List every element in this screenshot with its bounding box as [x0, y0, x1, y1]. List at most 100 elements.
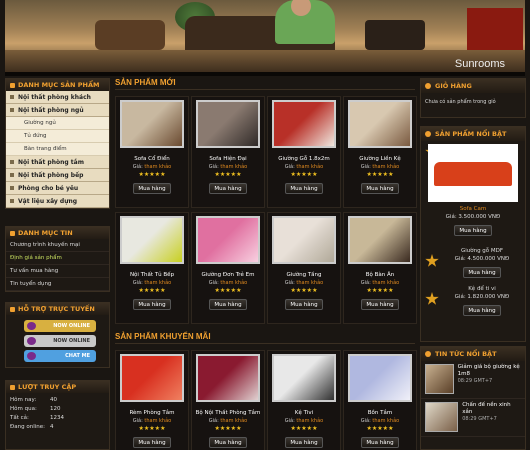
- product-price: Giá: tham khảo: [361, 280, 399, 286]
- cart-title: GIỎ HÀNG: [435, 82, 472, 90]
- rank-star-icon: [425, 292, 439, 305]
- product-name[interactable]: Giường Gỗ 1.8x2m: [278, 156, 330, 162]
- category-panel: DANH MỤC SẢN PHẨM Nội thất phòng khách Nộ…: [5, 78, 110, 209]
- subcategory-item[interactable]: Giường ngủ: [6, 117, 109, 130]
- buy-button[interactable]: Mua hàng: [133, 437, 171, 448]
- yahoo-status-button[interactable]: NOW ONLINE: [24, 320, 96, 332]
- product-card: Giường Gỗ 1.8x2m Giá: tham khảo ★★★★★ Mua h…: [267, 96, 341, 208]
- product-image[interactable]: [272, 216, 336, 264]
- news-title[interactable]: Giảm giá bộ giường kệ 1m8: [458, 364, 521, 378]
- buy-button[interactable]: Mua hàng: [285, 437, 323, 448]
- buy-button[interactable]: Mua hàng: [361, 183, 399, 194]
- product-image[interactable]: [196, 354, 260, 402]
- buy-button[interactable]: Mua hàng: [285, 299, 323, 310]
- subcategory-item[interactable]: Bàn trang điểm: [6, 143, 109, 156]
- buy-button[interactable]: Mua hàng: [361, 437, 399, 448]
- featured-image[interactable]: [428, 144, 518, 202]
- featured-item: 01 Sofa Cam Giá: 3.500.000 VNĐ Mua hàng: [421, 141, 525, 242]
- product-name[interactable]: Giường Tầng: [286, 272, 321, 278]
- subcategory-item[interactable]: Tủ đứng: [6, 130, 109, 143]
- product-image[interactable]: [272, 354, 336, 402]
- stat-row: Đang online: 4: [6, 424, 109, 433]
- featured-header: SẢN PHẨM NỔI BẬT: [421, 127, 525, 141]
- price-value: tham khảo: [220, 164, 248, 170]
- product-name[interactable]: Bộ Bàn Ăn: [366, 272, 395, 278]
- news-item[interactable]: Giảm giá bộ giường kệ 1m8 08:29 GMT+7: [421, 361, 525, 399]
- product-image[interactable]: [196, 100, 260, 148]
- price-label: Giá:: [208, 280, 219, 286]
- product-name[interactable]: Nội Thất Tủ Bếp: [130, 272, 174, 278]
- cart-empty-text: Chưa có sản phẩm trong giỏ: [425, 99, 496, 105]
- rating-stars-icon: ★★★★★: [138, 425, 166, 432]
- product-name[interactable]: Giường Đơn Trẻ Em: [201, 272, 254, 278]
- product-name[interactable]: Kệ Tivi: [295, 410, 313, 416]
- buy-button[interactable]: Mua hàng: [285, 183, 323, 194]
- sofa-image: [434, 162, 512, 186]
- news-title[interactable]: Chấn đế nền xinh xắn: [462, 402, 521, 416]
- product-price: Giá: tham khảo: [133, 418, 171, 424]
- product-price: Giá: tham khảo: [285, 164, 323, 170]
- bullet-icon: [10, 82, 15, 88]
- news-category-item[interactable]: Tin tuyển dụng: [6, 278, 109, 291]
- yahoo-status-button[interactable]: NOW ONLINE: [24, 335, 96, 347]
- support-list: NOW ONLINE NOW ONLINE CHAT ME: [6, 315, 109, 367]
- category-item[interactable]: Nội thất phòng ngủ: [6, 104, 109, 117]
- buy-button[interactable]: Mua hàng: [463, 267, 501, 278]
- price-value: tham khảo: [296, 280, 324, 286]
- category-item[interactable]: Phòng cho bé yêu: [6, 182, 109, 195]
- news-category-title: DANH MỤC TIN: [18, 229, 73, 237]
- category-list: Nội thất phòng khách Nội thất phòng ngủ Gi…: [6, 91, 109, 208]
- category-item[interactable]: Nội thất phòng tắm: [6, 156, 109, 169]
- product-image[interactable]: [348, 216, 412, 264]
- buy-button[interactable]: Mua hàng: [209, 299, 247, 310]
- support-header: HỖ TRỢ TRỰC TUYẾN: [6, 303, 109, 315]
- product-image[interactable]: [120, 354, 184, 402]
- news-category-item[interactable]: Định giá sản phẩm: [6, 252, 109, 265]
- buy-button[interactable]: Mua hàng: [454, 225, 492, 236]
- rating-stars-icon: ★★★★★: [366, 171, 394, 178]
- buy-button[interactable]: Mua hàng: [133, 299, 171, 310]
- category-item[interactable]: Nội thất phòng khách: [6, 91, 109, 104]
- rating-stars-icon: ★★★★★: [138, 287, 166, 294]
- product-name[interactable]: Sofa Hiện Đại: [209, 156, 246, 162]
- category-item[interactable]: Vật liệu xây dựng: [6, 195, 109, 208]
- featured-name[interactable]: Kệ để ti vi: [443, 286, 521, 292]
- rating-stars-icon: ★★★★★: [366, 287, 394, 294]
- buy-button[interactable]: Mua hàng: [209, 183, 247, 194]
- buy-button[interactable]: Mua hàng: [133, 183, 171, 194]
- featured-name[interactable]: Sofa Cam: [425, 206, 521, 212]
- category-item[interactable]: Nội thất phòng bếp: [6, 169, 109, 182]
- buy-button[interactable]: Mua hàng: [361, 299, 399, 310]
- product-image[interactable]: [272, 100, 336, 148]
- skype-chat-button[interactable]: CHAT ME: [24, 350, 96, 362]
- stat-label: Tất cả:: [10, 415, 29, 421]
- buy-button[interactable]: Mua hàng: [463, 305, 501, 316]
- product-image[interactable]: [348, 100, 412, 148]
- stat-label: Hôm qua:: [10, 406, 37, 412]
- buy-button[interactable]: Mua hàng: [209, 437, 247, 448]
- product-image[interactable]: [120, 216, 184, 264]
- price-label: Giá:: [284, 280, 295, 286]
- featured-name[interactable]: Giường gỗ MDF: [443, 248, 521, 254]
- product-name[interactable]: Bộ Nội Thất Phòng Tắm: [196, 410, 261, 416]
- price-label: Giá:: [132, 280, 143, 286]
- product-name[interactable]: Bồn Tắm: [368, 410, 392, 416]
- rating-stars-icon: ★★★★★: [138, 171, 166, 178]
- product-name[interactable]: Sofa Cổ Điển: [134, 156, 170, 162]
- product-name[interactable]: Giường Liền Kệ: [359, 156, 401, 162]
- news-category-item[interactable]: Tư vấn mua hàng: [6, 265, 109, 278]
- product-image[interactable]: [348, 354, 412, 402]
- product-name[interactable]: Rèm Phòng Tắm: [129, 410, 174, 416]
- product-image[interactable]: [196, 216, 260, 264]
- product-price: Giá: tham khảo: [209, 418, 247, 424]
- product-price: Giá: tham khảo: [361, 164, 399, 170]
- product-image[interactable]: [120, 100, 184, 148]
- bullet-icon: [10, 384, 15, 390]
- product-price: Giá: tham khảo: [285, 418, 323, 424]
- news-item[interactable]: Chấn đế nền xinh xắn 08:29 GMT+7: [421, 399, 525, 437]
- price-value: tham khảo: [220, 280, 248, 286]
- rating-stars-icon: ★★★★★: [290, 171, 318, 178]
- category-panel-header: DANH MỤC SẢN PHẨM: [6, 79, 109, 91]
- news-category-item[interactable]: Chương trình khuyến mại: [6, 239, 109, 252]
- cart-panel: GIỎ HÀNG Chưa có sản phẩm trong giỏ: [420, 78, 526, 118]
